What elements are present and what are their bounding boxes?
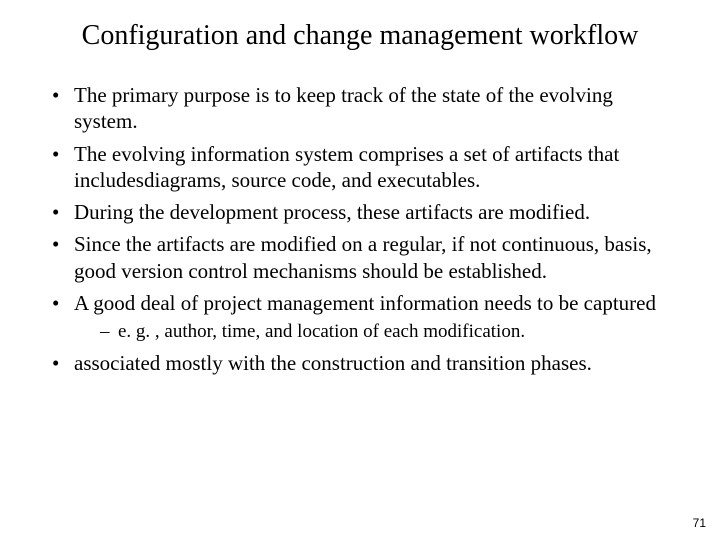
list-item: e. g. , author, time, and location of ea…: [100, 320, 680, 344]
list-item: The primary purpose is to keep track of …: [52, 82, 680, 135]
slide: Configuration and change management work…: [0, 0, 720, 540]
sub-bullet-list: e. g. , author, time, and location of ea…: [74, 320, 680, 344]
bullet-text: A good deal of project management inform…: [74, 291, 656, 315]
bullet-list: The primary purpose is to keep track of …: [40, 82, 680, 376]
bullet-text: Since the artifacts are modified on a re…: [74, 232, 652, 282]
list-item: During the development process, these ar…: [52, 199, 680, 225]
list-item: A good deal of project management inform…: [52, 290, 680, 344]
bullet-text: e. g. , author, time, and location of ea…: [118, 321, 525, 342]
bullet-text: The evolving information system comprise…: [74, 142, 619, 192]
bullet-text: associated mostly with the construction …: [74, 351, 592, 375]
page-number: 71: [693, 516, 706, 530]
list-item: The evolving information system comprise…: [52, 141, 680, 194]
bullet-text: During the development process, these ar…: [74, 200, 590, 224]
list-item: associated mostly with the construction …: [52, 350, 680, 376]
bullet-text: The primary purpose is to keep track of …: [74, 83, 613, 133]
slide-title: Configuration and change management work…: [40, 20, 680, 52]
list-item: Since the artifacts are modified on a re…: [52, 231, 680, 284]
